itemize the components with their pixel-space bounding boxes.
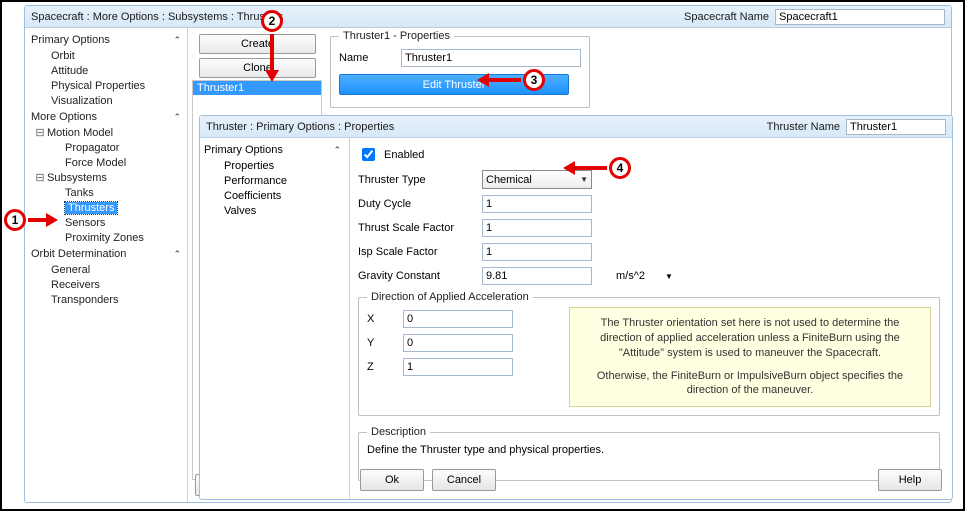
collapse-icon: ⌃ xyxy=(333,143,341,158)
tree-item-performance-coefficients[interactable]: Performance Coefficients xyxy=(202,174,347,204)
y-input[interactable] xyxy=(403,334,513,352)
thruster-name-label: Thruster Name xyxy=(767,121,840,133)
spacecraft-tree: Primary Options⌃ Orbit Attitude Physical… xyxy=(25,28,188,502)
enabled-checkbox[interactable] xyxy=(362,148,375,161)
callout-1: 1 xyxy=(4,209,26,231)
tree-item-receivers[interactable]: Receivers xyxy=(29,278,187,293)
chevron-down-icon: ▼ xyxy=(665,272,673,281)
name-label: Name xyxy=(339,52,393,64)
enabled-label: Enabled xyxy=(384,149,424,161)
spacecraft-name-input[interactable] xyxy=(775,9,945,25)
gravity-unit-select[interactable]: m/s^2 xyxy=(616,270,645,282)
collapse-icon: ⌃ xyxy=(173,33,181,48)
duty-cycle-input[interactable] xyxy=(482,195,592,213)
gravity-constant-label: Gravity Constant xyxy=(358,270,476,282)
help-button[interactable]: Help xyxy=(878,469,942,491)
breadcrumb: Spacecraft : More Options : Subsystems :… xyxy=(31,11,283,23)
tree-more-options[interactable]: More Options⌃ xyxy=(29,109,187,126)
duty-cycle-label: Duty Cycle xyxy=(358,198,476,210)
thruster-name-input[interactable] xyxy=(401,49,581,67)
isp-scale-input[interactable] xyxy=(482,243,592,261)
expand-icon: ⊟ xyxy=(35,126,45,141)
tree-item-attitude[interactable]: Attitude xyxy=(29,64,187,79)
list-item[interactable]: Thruster1 xyxy=(193,81,321,95)
thruster-type-select[interactable]: Chemical ▼ xyxy=(482,170,592,189)
thrust-scale-input[interactable] xyxy=(482,219,592,237)
thruster-type-label: Thruster Type xyxy=(358,174,476,186)
tree-item-proximity-zones[interactable]: Proximity Zones xyxy=(29,231,187,246)
thruster-properties-box: Thruster1 - Properties Name Edit Thruste… xyxy=(330,30,590,108)
thruster-name-input[interactable] xyxy=(846,119,946,135)
callout-3: 3 xyxy=(523,69,545,91)
collapse-icon: ⌃ xyxy=(173,247,181,262)
isp-scale-label: Isp Scale Factor xyxy=(358,246,476,258)
tree-primary-options[interactable]: Primary Options⌃ xyxy=(202,142,347,159)
description-legend: Description xyxy=(367,426,430,438)
y-label: Y xyxy=(367,337,397,349)
tree-item-properties[interactable]: Properties xyxy=(202,159,347,174)
tree-item-propagator[interactable]: Propagator xyxy=(29,141,187,156)
thruster-tree: Primary Options⌃ Properties Performance … xyxy=(200,138,350,499)
description-text: Define the Thruster type and physical pr… xyxy=(367,444,931,456)
direction-box: Direction of Applied Acceleration X Y Z … xyxy=(358,291,940,416)
x-input[interactable] xyxy=(403,310,513,328)
tree-item-tanks[interactable]: Tanks xyxy=(29,186,187,201)
tree-item-transponders[interactable]: Transponders xyxy=(29,293,187,308)
thruster-form: Enabled Thruster Type Chemical ▼ Duty Cy… xyxy=(352,142,946,463)
expand-icon: ⊟ xyxy=(35,171,45,186)
callout-2: 2 xyxy=(261,10,283,32)
create-button[interactable]: Create xyxy=(199,34,316,54)
spacecraft-titlebar: Spacecraft : More Options : Subsystems :… xyxy=(25,6,951,28)
tree-motion-model[interactable]: ⊟Motion Model xyxy=(29,126,187,141)
properties-legend: Thruster1 - Properties xyxy=(339,30,454,42)
tree-orbit-determination[interactable]: Orbit Determination⌃ xyxy=(29,246,187,263)
breadcrumb: Thruster : Primary Options : Properties xyxy=(206,121,394,133)
spacecraft-name-label: Spacecraft Name xyxy=(684,11,769,23)
tree-primary-options[interactable]: Primary Options⌃ xyxy=(29,32,187,49)
tree-item-force-model[interactable]: Force Model xyxy=(29,156,187,171)
z-input[interactable] xyxy=(403,358,513,376)
tree-item-visualization[interactable]: Visualization xyxy=(29,94,187,109)
thruster-window: Thruster : Primary Options : Properties … xyxy=(199,115,953,500)
clone-button[interactable]: Clone xyxy=(199,58,316,78)
direction-note: The Thruster orientation set here is not… xyxy=(569,307,931,407)
tree-item-orbit[interactable]: Orbit xyxy=(29,49,187,64)
tree-item-general[interactable]: General xyxy=(29,263,187,278)
cancel-button[interactable]: Cancel xyxy=(432,469,496,491)
callout-4: 4 xyxy=(609,157,631,179)
collapse-icon: ⌃ xyxy=(173,110,181,125)
tree-item-valves[interactable]: Valves xyxy=(202,204,347,219)
tree-item-physical-properties[interactable]: Physical Properties xyxy=(29,79,187,94)
direction-legend: Direction of Applied Acceleration xyxy=(367,291,533,303)
gravity-constant-input[interactable] xyxy=(482,267,592,285)
thruster-titlebar: Thruster : Primary Options : Properties … xyxy=(200,116,952,138)
z-label: Z xyxy=(367,361,397,373)
tree-subsystems[interactable]: ⊟Subsystems xyxy=(29,171,187,186)
x-label: X xyxy=(367,313,397,325)
thrust-scale-label: Thrust Scale Factor xyxy=(358,222,476,234)
chevron-down-icon: ▼ xyxy=(580,175,588,184)
ok-button[interactable]: Ok xyxy=(360,469,424,491)
